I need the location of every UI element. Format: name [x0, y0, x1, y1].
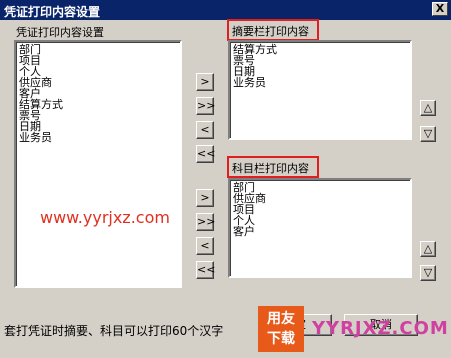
list-item[interactable]: 业务员	[233, 77, 407, 88]
move-down-subject-button[interactable]: ▽	[420, 265, 436, 281]
remove-all-from-summary-button[interactable]: <<	[196, 145, 215, 163]
list-item[interactable]: 客户	[233, 226, 407, 237]
list-item[interactable]: 结算方式	[19, 99, 177, 110]
window-title: 凭证打印内容设置	[4, 5, 101, 19]
list-item[interactable]: 项目	[19, 55, 177, 66]
logo-line1: 用友	[267, 311, 295, 327]
list-item[interactable]: 个人	[233, 215, 407, 226]
close-button[interactable]: X	[432, 2, 448, 16]
left-panel-label: 凭证打印内容设置	[16, 26, 104, 39]
remove-from-subject-button[interactable]: <	[196, 237, 214, 255]
summary-panel-label: 摘要栏打印内容	[232, 25, 309, 38]
list-item[interactable]: 票号	[233, 55, 407, 66]
summary-listbox[interactable]: 结算方式 票号 日期 业务员	[228, 40, 412, 140]
list-item[interactable]: 部门	[19, 44, 177, 55]
add-to-summary-button[interactable]: >	[196, 73, 214, 91]
subject-panel-label: 科目栏打印内容	[232, 162, 309, 175]
list-item[interactable]: 票号	[19, 110, 177, 121]
left-listbox[interactable]: 部门 项目 个人 供应商 客户 结算方式 票号 日期 业务员	[14, 40, 182, 288]
move-up-subject-button[interactable]: △	[420, 241, 436, 257]
title-bar: 凭证打印内容设置 X	[0, 0, 451, 20]
remove-all-from-subject-button[interactable]: <<	[196, 261, 215, 279]
move-down-summary-button[interactable]: ▽	[420, 126, 436, 142]
footer-hint: 套打凭证时摘要、科目可以打印60个汉字	[4, 324, 224, 338]
subject-listbox[interactable]: 部门 供应商 项目 个人 客户	[228, 178, 412, 278]
add-all-to-summary-button[interactable]: >>	[196, 97, 215, 115]
list-item[interactable]: 业务员	[19, 132, 177, 143]
remove-from-summary-button[interactable]: <	[196, 121, 214, 139]
list-item[interactable]: 结算方式	[233, 44, 407, 55]
list-item[interactable]: 供应商	[19, 77, 177, 88]
watermark-text: www.yyrjxz.com	[40, 208, 170, 227]
logo-line2: 下载	[267, 331, 295, 347]
list-item[interactable]: 项目	[233, 204, 407, 215]
add-all-to-subject-button[interactable]: >>	[196, 213, 215, 231]
list-item[interactable]: 供应商	[233, 193, 407, 204]
logo-badge: 用友 下载	[258, 306, 304, 352]
move-up-summary-button[interactable]: △	[420, 100, 436, 116]
brand-text: YYRJXZ.COM	[312, 318, 449, 339]
add-to-subject-button[interactable]: >	[196, 189, 214, 207]
